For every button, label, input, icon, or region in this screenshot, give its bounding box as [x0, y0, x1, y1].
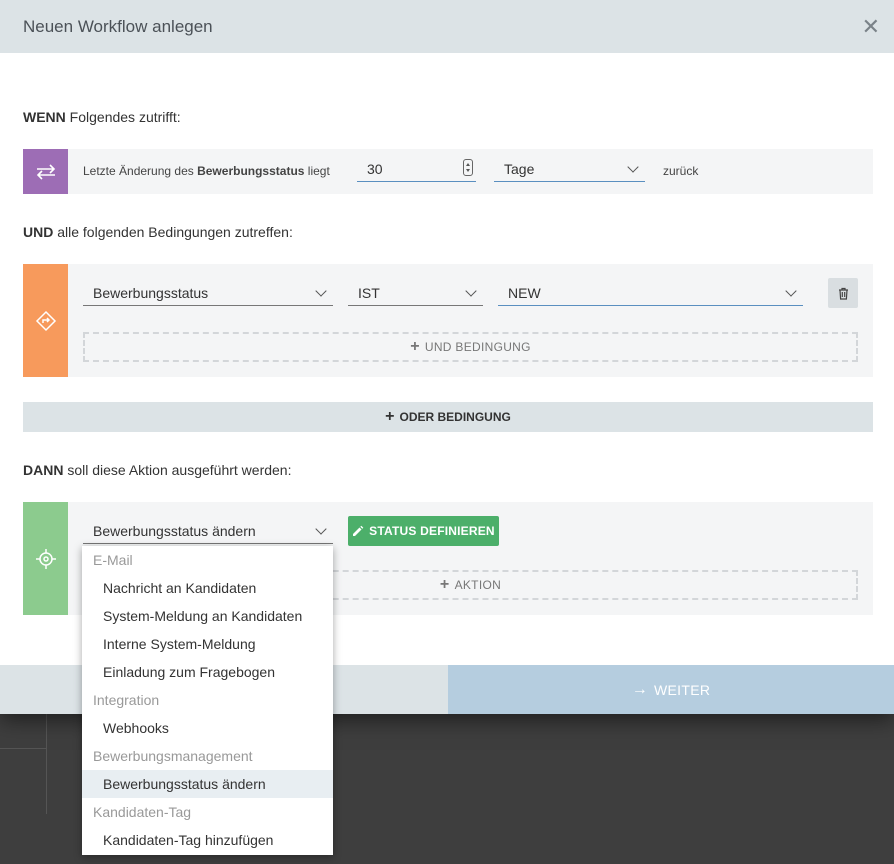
plus-icon: + [385, 408, 395, 425]
modal-title: Neuen Workflow anlegen [23, 16, 213, 36]
when-condition-row: Letzte Änderung des Bewerbungsstatus lie… [23, 149, 873, 194]
and-label-text: alle folgenden Bedingungen zutreffen: [53, 224, 293, 240]
add-action-label: AKTION [454, 578, 502, 592]
and-condition-row: Bewerbungsstatus IST NEW + UND BEDINGUNG [23, 264, 873, 377]
plus-icon: + [410, 338, 420, 355]
close-icon[interactable]: ✕ [862, 15, 880, 38]
plus-icon: + [439, 576, 450, 593]
diamond-arrow-icon [23, 264, 68, 377]
then-label-bold: DANN [23, 462, 64, 478]
modal-header: Neuen Workflow anlegen ✕ [0, 0, 894, 53]
chevron-down-icon [627, 160, 639, 173]
next-button[interactable]: → WEITER [448, 665, 894, 714]
background-divider [46, 714, 47, 814]
define-status-label: STATUS DEFINIEREN [369, 524, 495, 538]
action-type-dropdown: E-Mail Nachricht an Kandidaten System-Me… [82, 546, 333, 855]
then-section-label: DANN soll diese Aktion ausgeführt werden… [23, 462, 291, 478]
swap-arrows-icon [23, 149, 68, 194]
days-number-input[interactable]: 30 [357, 156, 476, 182]
condition-field-value: Bewerbungsstatus [93, 284, 209, 301]
target-icon [23, 502, 68, 615]
next-label: WEITER [654, 681, 711, 698]
when-text-bold: Bewerbungsstatus [197, 164, 305, 178]
delete-condition-button[interactable] [828, 278, 858, 308]
when-label-text: Folgendes zutrifft: [65, 109, 181, 125]
condition-value-select[interactable]: NEW [498, 280, 803, 306]
dropdown-item-system-message-candidate[interactable]: System-Meldung an Kandidaten [82, 602, 333, 630]
when-text-after: zurück [663, 164, 699, 178]
arrow-right-icon: → [631, 680, 649, 698]
dropdown-item-message-candidate[interactable]: Nachricht an Kandidaten [82, 574, 333, 602]
when-section-label: WENN Folgendes zutrifft: [23, 109, 181, 125]
when-text-prefix: Letzte Änderung des [83, 164, 198, 178]
add-and-condition-button[interactable]: + UND BEDINGUNG [83, 332, 858, 362]
when-text-suffix: liegt [304, 164, 330, 178]
then-label-text: soll diese Aktion ausgeführt werden: [63, 462, 292, 478]
dropdown-group-application-management: Bewerbungsmanagement [93, 748, 253, 764]
and-label-bold: UND [23, 224, 54, 240]
condition-operator-value: IST [358, 284, 380, 301]
chevron-down-icon [315, 522, 327, 535]
time-unit-value: Tage [504, 160, 535, 177]
add-and-condition-label: UND BEDINGUNG [424, 340, 531, 354]
define-status-button[interactable]: STATUS DEFINIEREN [348, 516, 499, 546]
when-label-bold: WENN [23, 109, 66, 125]
condition-field-select[interactable]: Bewerbungsstatus [83, 280, 333, 306]
trash-icon [838, 287, 848, 300]
dropdown-item-webhooks[interactable]: Webhooks [82, 714, 333, 742]
condition-value-value: NEW [508, 284, 541, 301]
background-divider [0, 748, 46, 749]
dropdown-item-internal-system-message[interactable]: Interne System-Meldung [82, 630, 333, 658]
dropdown-group-email: E-Mail [93, 552, 133, 568]
dropdown-item-change-status[interactable]: Bewerbungsstatus ändern [82, 770, 333, 798]
chevron-down-icon [465, 284, 477, 297]
add-or-condition-button[interactable]: + ODER BEDINGUNG [23, 402, 873, 432]
dropdown-item-questionnaire-invitation[interactable]: Einladung zum Fragebogen [82, 658, 333, 686]
condition-operator-select[interactable]: IST [348, 280, 483, 306]
action-type-value: Bewerbungsstatus ändern [93, 522, 256, 539]
and-section-label: UND alle folgenden Bedingungen zutreffen… [23, 224, 293, 240]
chevron-down-icon [785, 284, 797, 297]
action-type-select[interactable]: Bewerbungsstatus ändern [83, 518, 333, 544]
number-spinner-icon[interactable] [463, 159, 473, 176]
pencil-icon [353, 525, 364, 536]
chevron-down-icon [315, 284, 327, 297]
when-condition-text: Letzte Änderung des Bewerbungsstatus lie… [83, 164, 330, 178]
dropdown-group-integration: Integration [93, 692, 160, 708]
add-or-condition-label: ODER BEDINGUNG [399, 410, 511, 424]
dropdown-item-add-candidate-tag[interactable]: Kandidaten-Tag hinzufügen [82, 826, 333, 854]
days-number-value: 30 [367, 160, 383, 177]
time-unit-select[interactable]: Tage [494, 156, 645, 182]
dropdown-group-candidate-tag: Kandidaten-Tag [93, 804, 192, 820]
